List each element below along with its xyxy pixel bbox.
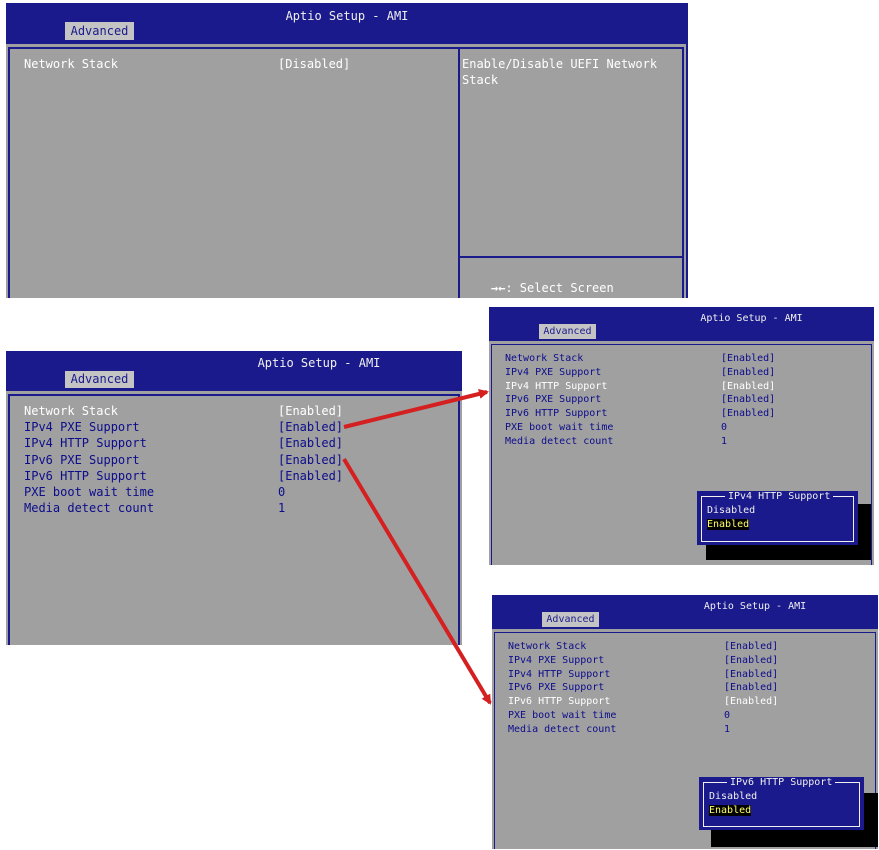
setting-value-ipv6-http-support[interactable]: [Enabled]: [278, 469, 343, 483]
divider: [8, 47, 458, 49]
divider: [494, 632, 495, 849]
setting-value-ipv4-http-support[interactable]: [Enabled]: [724, 669, 778, 680]
help-text: Stack: [462, 73, 499, 87]
popup-option-disabled[interactable]: Disabled: [707, 505, 755, 516]
setting-value-media-detect-count[interactable]: 1: [278, 501, 285, 515]
setting-value-network-stack[interactable]: [Disabled]: [278, 57, 350, 71]
setting-value-network-stack[interactable]: [Enabled]: [724, 641, 778, 652]
setting-label-ipv6-http-support[interactable]: IPv6 HTTP Support: [508, 696, 610, 707]
divider: [460, 47, 682, 49]
setting-value-pxe-boot-wait-time[interactable]: 0: [724, 710, 730, 721]
setting-label-network-stack[interactable]: Network Stack: [24, 404, 118, 418]
setting-value-ipv4-pxe-support[interactable]: [Enabled]: [278, 420, 343, 434]
setting-value-ipv6-pxe-support[interactable]: [Enabled]: [724, 682, 778, 693]
setting-value-network-stack[interactable]: [Enabled]: [721, 353, 775, 364]
divider: [494, 632, 876, 633]
setting-label-media-detect-count[interactable]: Media detect count: [24, 501, 154, 515]
divider: [8, 47, 10, 298]
divider: [8, 394, 458, 396]
setting-label-network-stack[interactable]: Network Stack: [505, 353, 583, 364]
setting-label-ipv4-pxe-support[interactable]: IPv4 PXE Support: [508, 655, 604, 666]
app-title: Aptio Setup - AMI: [257, 356, 381, 370]
divider: [8, 394, 10, 645]
setting-value-ipv6-pxe-support[interactable]: [Enabled]: [278, 453, 343, 467]
setting-label-ipv6-pxe-support[interactable]: IPv6 PXE Support: [24, 453, 140, 467]
setting-value-network-stack[interactable]: [Enabled]: [278, 404, 343, 418]
bios-screen-ipv4-http-popup: Aptio Setup - AMI Advanced Network Stack…: [489, 307, 874, 565]
setting-label-ipv4-http-support[interactable]: IPv4 HTTP Support: [508, 669, 610, 680]
setting-value-pxe-boot-wait-time[interactable]: 0: [278, 485, 285, 499]
setting-value-ipv4-http-support[interactable]: [Enabled]: [721, 381, 775, 392]
setting-value-ipv6-http-support[interactable]: [Enabled]: [724, 696, 778, 707]
setting-value-media-detect-count[interactable]: 1: [721, 436, 727, 447]
tab-advanced[interactable]: Advanced: [542, 612, 599, 627]
setting-label-pxe-boot-wait-time[interactable]: PXE boot wait time: [24, 485, 154, 499]
tab-advanced[interactable]: Advanced: [539, 324, 596, 339]
setting-value-ipv6-pxe-support[interactable]: [Enabled]: [721, 394, 775, 405]
divider: [871, 344, 872, 565]
divider: [682, 47, 684, 298]
bios-screen-ipv6-http-popup: Aptio Setup - AMI Advanced Network Stack…: [492, 595, 878, 849]
tab-advanced[interactable]: Advanced: [65, 22, 134, 40]
popup-option-enabled[interactable]: Enabled: [707, 519, 750, 530]
divider: [460, 256, 682, 258]
setting-label-ipv6-pxe-support[interactable]: IPv6 PXE Support: [508, 682, 604, 693]
setting-label-network-stack[interactable]: Network Stack: [24, 57, 118, 71]
popup-title: IPv4 HTTP Support: [725, 491, 834, 502]
tab-advanced[interactable]: Advanced: [65, 371, 134, 388]
setting-label-ipv6-pxe-support[interactable]: IPv6 PXE Support: [505, 394, 601, 405]
setting-value-media-detect-count[interactable]: 1: [724, 724, 730, 735]
setting-value-pxe-boot-wait-time[interactable]: 0: [721, 422, 727, 433]
app-title: Aptio Setup - AMI: [703, 601, 807, 612]
bios-screen-network-stack-enabled: Aptio Setup - AMI Advanced Network Stack…: [6, 351, 462, 645]
setting-label-media-detect-count[interactable]: Media detect count: [508, 724, 616, 735]
popup-option-disabled[interactable]: Disabled: [709, 791, 757, 802]
setting-label-pxe-boot-wait-time[interactable]: PXE boot wait time: [508, 710, 616, 721]
setting-label-ipv4-pxe-support[interactable]: IPv4 PXE Support: [24, 420, 140, 434]
setting-label-media-detect-count[interactable]: Media detect count: [505, 436, 613, 447]
setting-value-ipv4-pxe-support[interactable]: [Enabled]: [724, 655, 778, 666]
setting-label-ipv6-http-support[interactable]: IPv6 HTTP Support: [505, 408, 607, 419]
popup-option-enabled[interactable]: Enabled: [709, 805, 752, 816]
app-title: Aptio Setup - AMI: [285, 9, 409, 23]
setting-value-ipv4-http-support[interactable]: [Enabled]: [278, 436, 343, 450]
popup-ipv6-http-support: IPv6 HTTP Support Disabled Enabled: [699, 777, 864, 830]
setting-label-ipv4-http-support[interactable]: IPv4 HTTP Support: [24, 436, 147, 450]
bios-screen-network-stack-disabled: Aptio Setup - AMI Advanced Network Stack…: [6, 3, 688, 311]
setting-value-ipv4-pxe-support[interactable]: [Enabled]: [721, 367, 775, 378]
setting-label-ipv4-pxe-support[interactable]: IPv4 PXE Support: [505, 367, 601, 378]
divider: [458, 47, 460, 298]
divider: [458, 394, 460, 645]
setting-label-ipv6-http-support[interactable]: IPv6 HTTP Support: [24, 469, 147, 483]
app-title: Aptio Setup - AMI: [700, 313, 803, 324]
help-text: Enable/Disable UEFI Network: [462, 57, 658, 71]
popup-ipv4-http-support: IPv4 HTTP Support Disabled Enabled: [697, 491, 858, 545]
divider: [491, 344, 872, 345]
main-panel: [6, 44, 686, 298]
setting-value-ipv6-http-support[interactable]: [Enabled]: [721, 408, 775, 419]
setting-label-pxe-boot-wait-time[interactable]: PXE boot wait time: [505, 422, 613, 433]
popup-title: IPv6 HTTP Support: [727, 777, 836, 788]
divider: [491, 344, 492, 565]
setting-label-network-stack[interactable]: Network Stack: [508, 641, 586, 652]
setting-label-ipv4-http-support[interactable]: IPv4 HTTP Support: [505, 381, 607, 392]
